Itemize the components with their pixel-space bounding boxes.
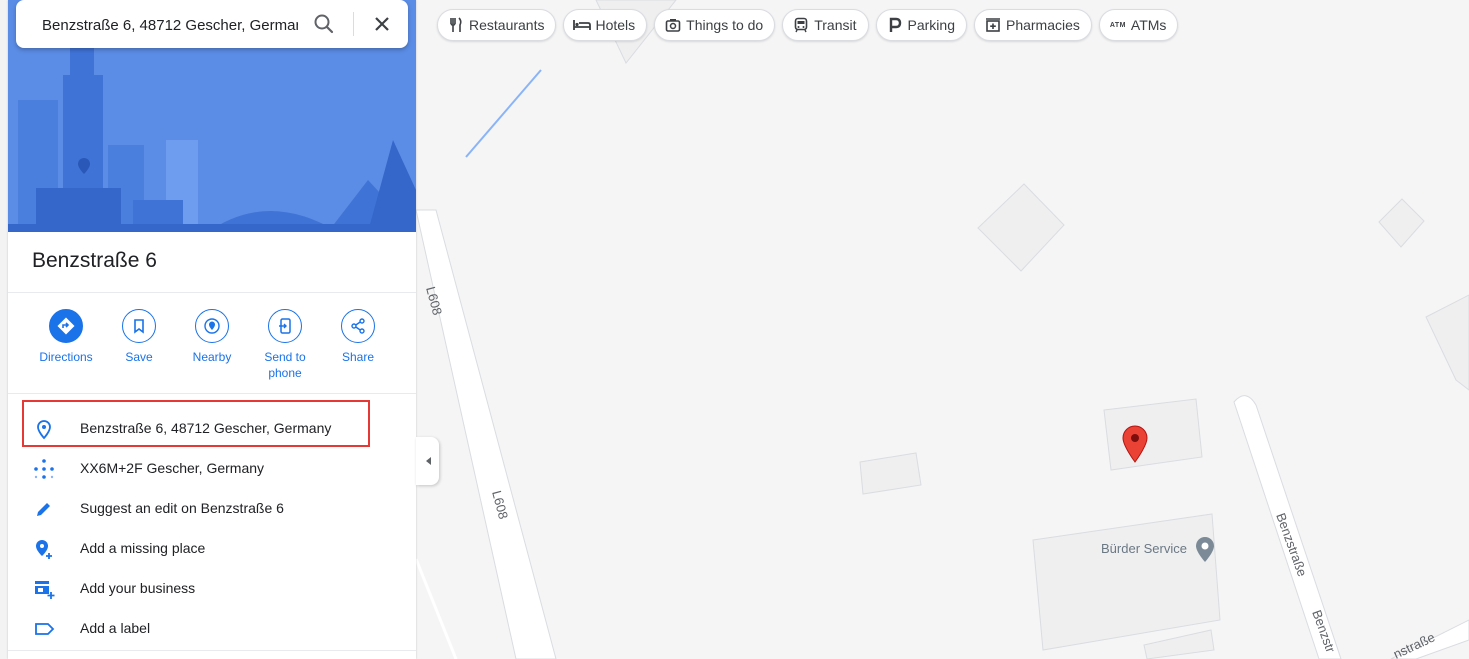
address-highlight-box [22,400,370,447]
chip-label: Things to do [686,17,764,33]
search-icon [314,14,334,34]
search-box [16,0,408,48]
parking-icon [886,16,904,34]
chip-atms[interactable]: ATM ATMs [1098,9,1179,41]
label-icon [35,623,55,635]
action-bar: Directions Save Nearby Send to phone Sha… [8,309,416,389]
place-panel: Benzstraße 6 Directions Save [8,0,416,659]
search-divider [353,12,354,36]
map-svg: L608 L608 Benzstraße Benzstr nstraße Bür… [416,0,1469,659]
nearby-button[interactable]: Nearby [176,309,248,365]
chip-transit[interactable]: Transit [782,9,869,41]
road-l608 [416,209,557,659]
chip-pharmacies[interactable]: Pharmacies [973,9,1092,41]
close-button[interactable] [368,10,396,38]
directions-button[interactable]: Directions [30,309,102,365]
share-icon [351,318,365,334]
send-to-phone-icon [279,318,291,334]
poi-label[interactable]: Bürder Service [1101,541,1187,556]
add-business-text: Add your business [80,580,196,596]
category-chips: Restaurants Hotels Things to do Transit … [437,9,1185,41]
add-business-row[interactable]: Add your business [8,569,416,609]
train-icon [792,16,810,34]
chip-hotels[interactable]: Hotels [563,9,648,41]
divider [8,650,416,651]
send-to-phone-label: Send to phone [264,350,306,380]
place-title: Benzstraße 6 [32,249,157,272]
search-button[interactable] [310,10,338,38]
fork-knife-icon [447,16,465,34]
add-missing-place-row[interactable]: Add a missing place [8,529,416,569]
share-button[interactable]: Share [322,309,394,365]
add-place-icon [36,540,52,559]
close-icon [375,17,389,31]
suggest-edit-text: Suggest an edit on Benzstraße 6 [80,500,284,516]
nearby-label: Nearby [192,350,232,364]
save-button[interactable]: Save [103,309,175,365]
add-business-icon [35,581,55,599]
waterway [465,69,542,158]
divider [8,292,416,293]
search-input[interactable] [40,12,300,38]
chip-label: ATMs [1130,17,1167,33]
chip-label: Parking [907,17,955,33]
directions-label: Directions [39,350,93,364]
chip-restaurants[interactable]: Restaurants [437,9,557,41]
building [1103,398,1203,471]
add-label-text: Add a label [80,620,151,636]
share-label: Share [341,350,375,364]
chip-label: Pharmacies [1005,17,1080,33]
divider [8,393,416,394]
building [1032,513,1221,651]
map-canvas[interactable]: L608 L608 Benzstraße Benzstr nstraße Bür… [416,0,1469,659]
bookmark-icon [134,319,144,334]
suggest-edit-row[interactable]: Suggest an edit on Benzstraße 6 [8,489,416,529]
chip-label: Transit [814,17,857,33]
chevron-left-icon [425,457,431,465]
chip-parking[interactable]: Parking [875,9,967,41]
collapse-panel-button[interactable] [416,437,439,485]
nearby-icon [204,318,220,334]
plus-code-text: XX6M+2F Gescher, Germany [80,460,265,476]
add-missing-place-text: Add a missing place [80,540,206,556]
bed-icon [573,16,592,34]
pencil-icon [37,503,50,516]
camera-icon [664,16,682,34]
add-label-row[interactable]: Add a label [8,609,416,649]
building [1143,629,1215,659]
save-label: Save [125,350,153,364]
building [977,183,1065,272]
chip-label: Hotels [595,17,636,33]
chip-label: Restaurants [469,17,545,33]
road-edge [416,558,458,659]
pharmacy-icon [984,16,1002,34]
building [1425,294,1469,391]
building [1378,198,1425,248]
atm-icon: ATM [1109,21,1126,29]
directions-icon [57,317,75,335]
send-to-phone-button[interactable]: Send to phone [249,309,321,381]
plus-code-icon [34,459,54,479]
chip-things-to-do[interactable]: Things to do [654,9,776,41]
building [859,452,922,495]
plus-code-row[interactable]: XX6M+2F Gescher, Germany [8,449,416,489]
